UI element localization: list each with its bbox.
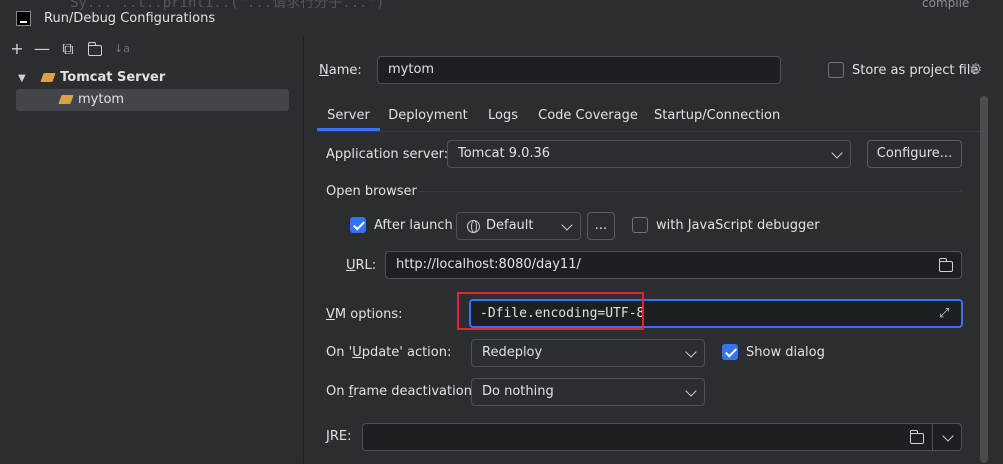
expand-icon[interactable]: ⤢ — [939, 307, 953, 321]
tree-item-mytom[interactable]: mytom — [16, 89, 289, 111]
app-server-label: Application server: — [326, 147, 449, 162]
chevron-down-icon — [831, 147, 843, 159]
folder-icon[interactable] — [939, 258, 953, 272]
form-scrollbar[interactable] — [980, 96, 988, 463]
frame-deactivation-select[interactable]: Do nothing — [471, 378, 705, 406]
chevron-down-icon[interactable]: ▼ — [18, 68, 30, 90]
vm-options-label: VM options: — [326, 307, 403, 322]
sort-icon[interactable]: ↓a — [113, 40, 131, 58]
frame-deactivation-value: Do nothing — [482, 384, 554, 399]
url-label: URL: — [346, 258, 377, 273]
browser-more-button[interactable]: ... — [587, 212, 615, 240]
frame-deactivation-label: On frame deactivation: — [326, 384, 477, 399]
tab-deployment[interactable]: Deployment — [387, 101, 469, 131]
configure-button[interactable]: Configure... — [867, 140, 962, 168]
js-debugger-checkbox[interactable] — [632, 217, 648, 233]
update-action-value: Redeploy — [482, 345, 543, 360]
jre-divider — [932, 424, 933, 450]
open-browser-label: Open browser — [326, 184, 417, 199]
app-server-select[interactable]: Tomcat 9.0.36 — [447, 140, 851, 168]
highlight-annotation-box — [457, 292, 644, 330]
tree-item-label: mytom — [78, 92, 125, 107]
add-configuration-icon[interactable]: + — [8, 40, 26, 58]
app-logo-icon — [16, 11, 31, 26]
globe-icon — [467, 220, 480, 233]
chevron-down-icon — [685, 385, 697, 397]
remove-configuration-icon[interactable]: — — [33, 40, 51, 58]
name-input[interactable]: mytom — [377, 56, 781, 84]
store-as-project-checkbox[interactable] — [828, 62, 844, 78]
open-browser-separator — [418, 191, 962, 192]
tab-code-coverage[interactable]: Code Coverage — [537, 101, 639, 131]
after-launch-checkbox[interactable] — [350, 217, 366, 233]
copy-configuration-icon[interactable]: ⧉ — [59, 40, 77, 58]
folder-icon[interactable] — [86, 40, 104, 58]
browser-value: Default — [486, 218, 534, 233]
app-server-value: Tomcat 9.0.36 — [458, 146, 551, 161]
tomcat-icon — [40, 73, 56, 82]
tab-server[interactable]: Server — [317, 101, 380, 131]
js-debugger-label: with JavaScript debugger — [656, 218, 820, 233]
window-title: Run/Debug Configurations — [44, 11, 216, 26]
store-as-project-label: Store as project file — [852, 63, 979, 78]
tree-group-label: Tomcat Server — [60, 70, 166, 85]
compile-ghost-text: compile — [922, 0, 970, 10]
folder-shape — [88, 42, 102, 56]
name-label: Name: — [319, 63, 362, 78]
after-launch-label: After launch — [374, 218, 453, 233]
folder-icon[interactable] — [910, 430, 924, 444]
browser-select[interactable]: Default — [456, 212, 581, 240]
tree-group-tomcat-server[interactable]: ▼ Tomcat Server — [16, 67, 289, 89]
jre-input[interactable] — [362, 423, 962, 451]
tab-logs[interactable]: Logs — [482, 101, 524, 131]
server-tab-content — [317, 131, 982, 464]
tomcat-icon — [58, 95, 74, 104]
gear-icon[interactable]: ⚙ — [969, 60, 982, 78]
show-dialog-checkbox[interactable] — [722, 344, 738, 360]
jre-label: JRE: — [326, 429, 352, 444]
url-input[interactable]: http://localhost:8080/day11/ — [385, 251, 962, 279]
chevron-down-icon — [685, 346, 697, 358]
update-action-label: On 'Update' action: — [326, 345, 452, 360]
tab-startup-connection[interactable]: Startup/Connection — [654, 101, 780, 131]
update-action-select[interactable]: Redeploy — [471, 339, 705, 367]
url-value: http://localhost:8080/day11/ — [396, 257, 581, 272]
chevron-down-icon[interactable] — [942, 430, 954, 442]
show-dialog-label: Show dialog — [746, 345, 825, 360]
chevron-down-icon — [561, 219, 573, 231]
